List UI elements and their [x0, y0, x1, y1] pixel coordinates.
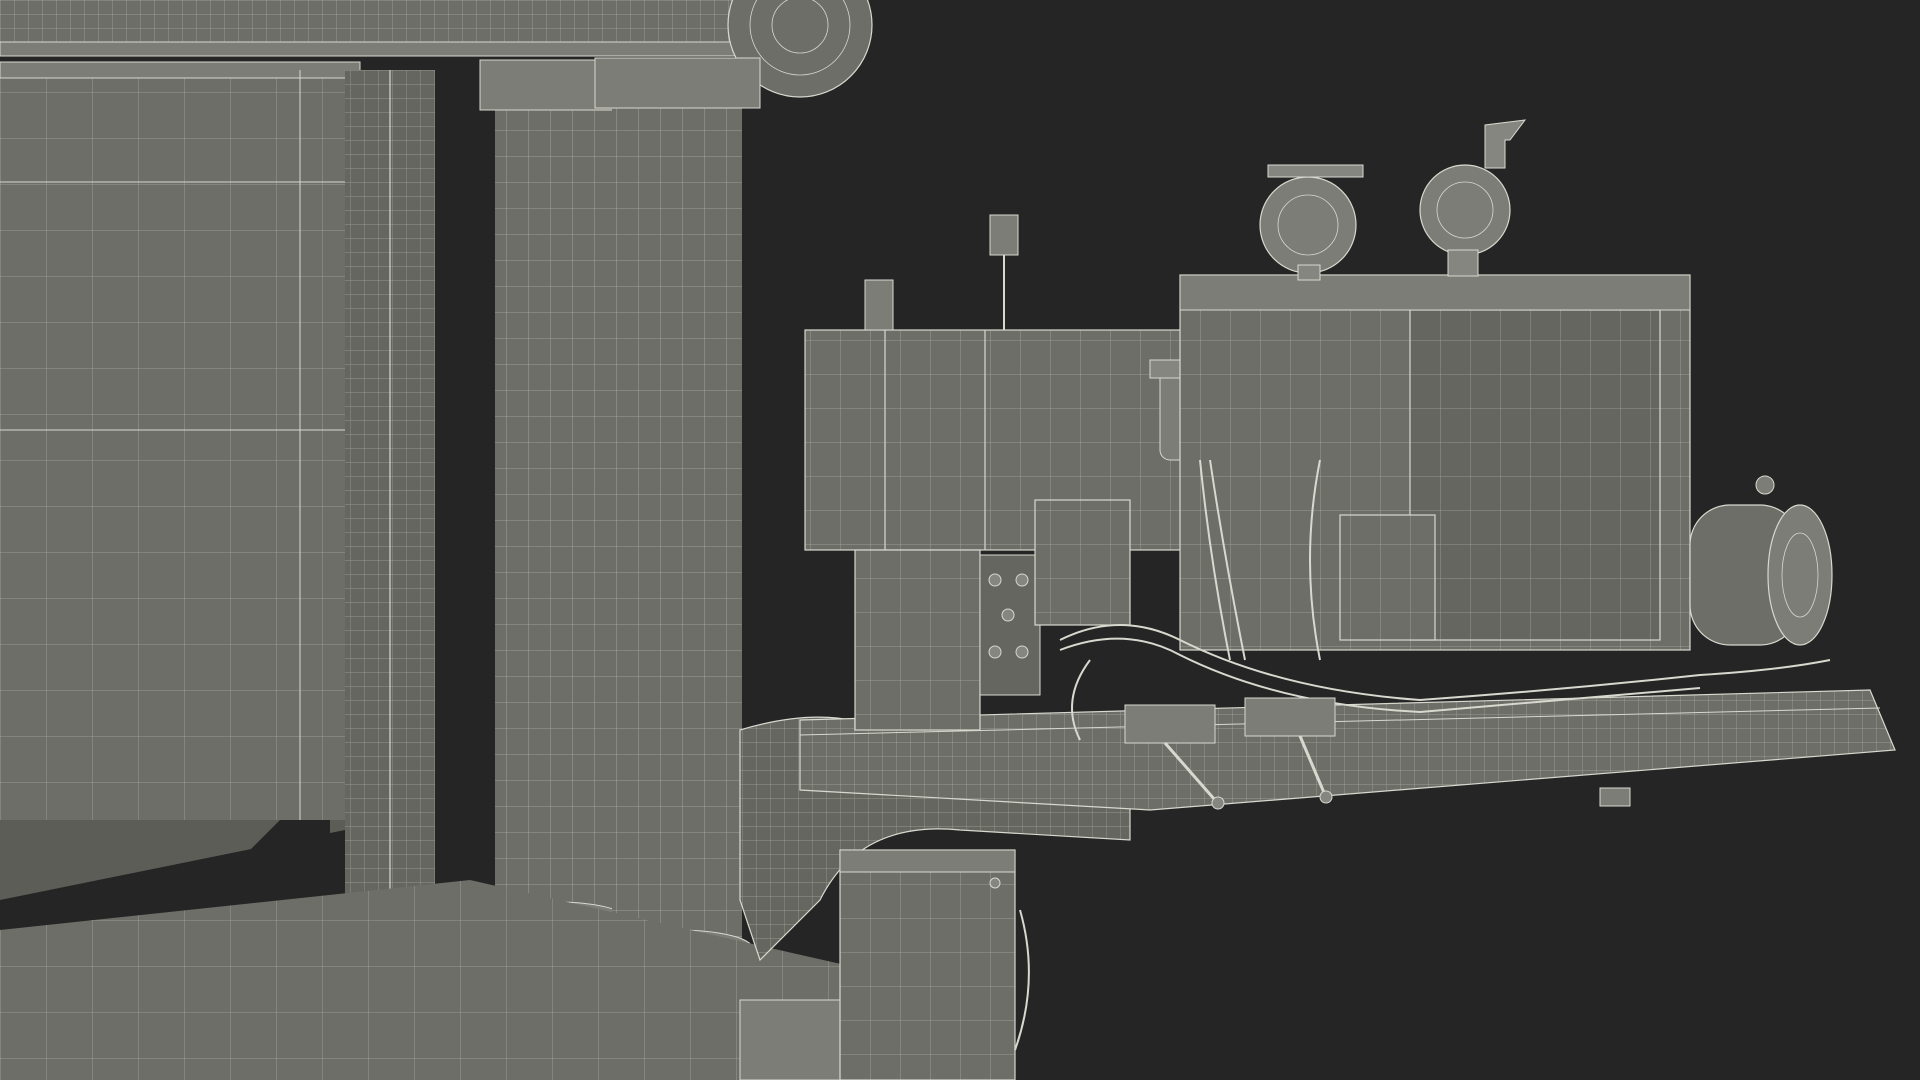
control-box-left [854, 549, 1041, 731]
blower-right [1419, 119, 1527, 277]
junction-box [839, 849, 1030, 1080]
vertical-post [329, 70, 462, 921]
control-box-right [1339, 514, 1436, 641]
left-wall [0, 61, 361, 900]
control-box-center [1034, 499, 1131, 626]
render-viewport [0, 0, 1920, 1080]
wireframe-scene [0, 0, 1896, 1080]
column-left [479, 59, 631, 935]
blower-left [1259, 164, 1364, 281]
column-right [594, 57, 761, 967]
electric-motor [1689, 475, 1833, 646]
